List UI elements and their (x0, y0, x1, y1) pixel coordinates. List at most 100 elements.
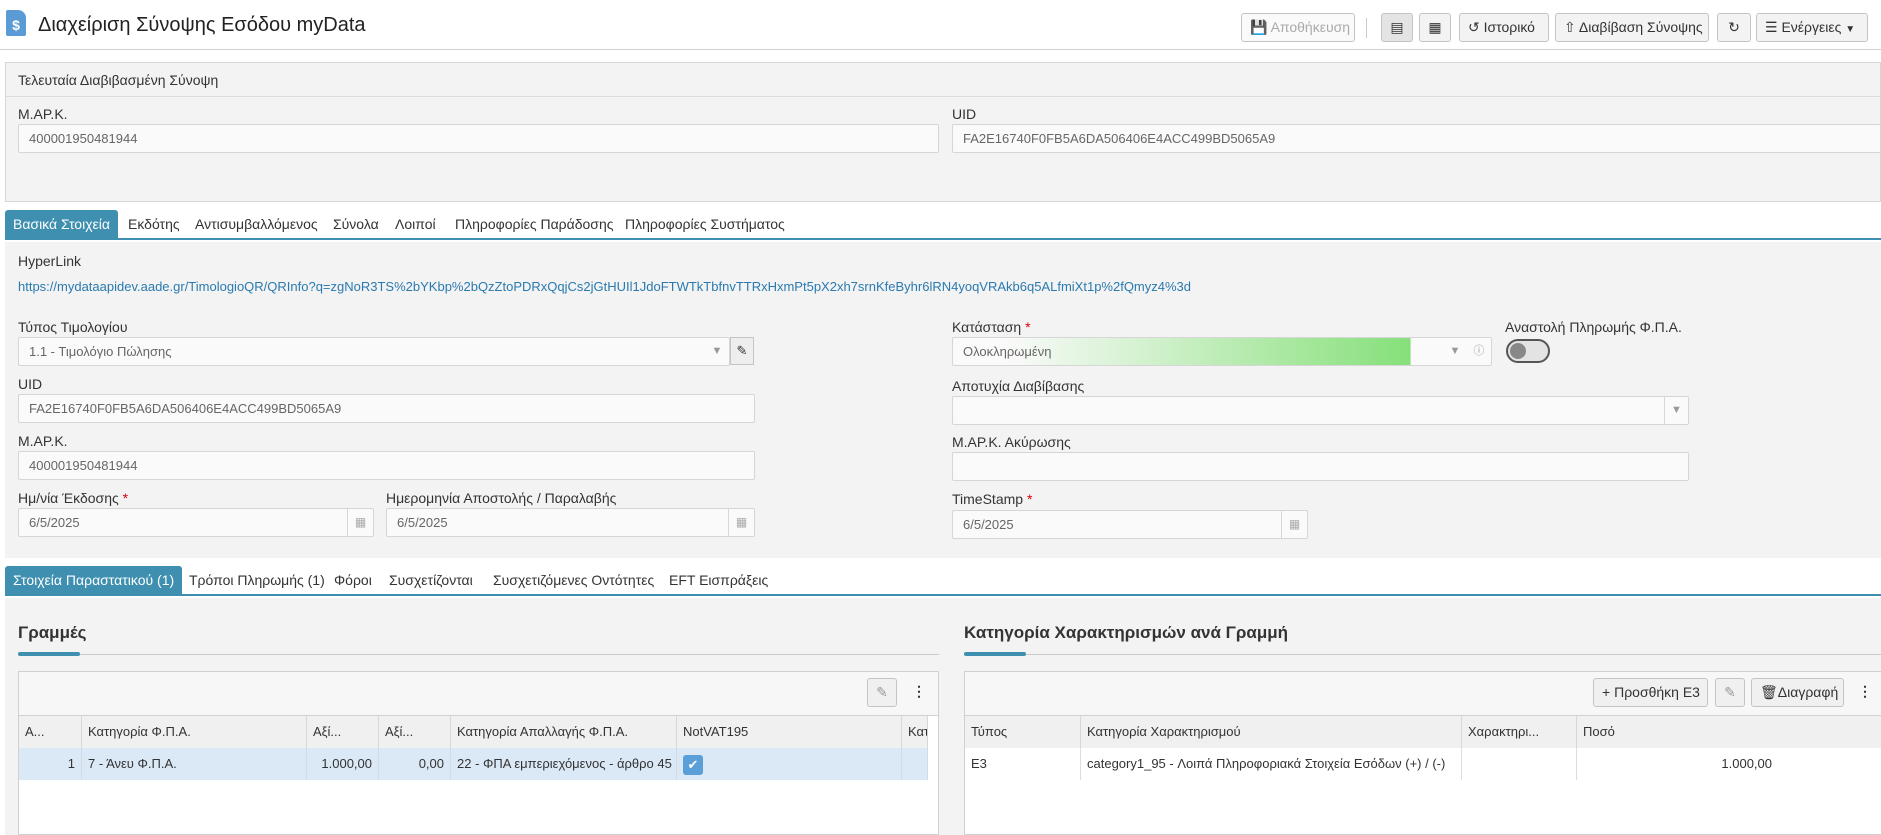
form-view-button[interactable]: ▤ (1381, 13, 1413, 42)
chevron-down-icon: ▼ (1449, 345, 1461, 357)
page-title: Διαχείριση Σύνοψης Εσόδου myData (38, 14, 366, 36)
cancel-mark-field[interactable] (952, 452, 1689, 481)
cell-aa[interactable]: 1 (19, 748, 82, 780)
tab-issuer[interactable]: Εκδότης (120, 210, 188, 238)
history-icon: ↺ (1468, 19, 1484, 35)
required-mark: * (1025, 319, 1031, 335)
uid-field[interactable]: FA2E16740F0FB5A6DA506406E4ACC499BD5065A9 (18, 394, 755, 423)
add-e3-button[interactable]: + Προσθήκη Ε3 (1593, 678, 1708, 707)
lines-underline (18, 652, 939, 656)
edit-line-button[interactable]: ✎ (867, 678, 897, 707)
col-header-char[interactable]: Χαρακτηρι... (1462, 716, 1577, 748)
cell-class-category[interactable]: category1_95 - Λοιπά Πληροφοριακά Στοιχε… (1081, 748, 1462, 780)
edit-invoice-type-button[interactable]: ✎ (730, 337, 754, 365)
transmit-failure-select[interactable]: ▼ (952, 396, 1689, 425)
last-uid-field[interactable]: FA2E16740F0FB5A6DA506406E4ACC499BD5065A9 (952, 124, 1881, 153)
tab-other[interactable]: Λοιποί (387, 210, 444, 238)
mark-field[interactable]: 400001950481944 (18, 451, 755, 480)
cell-notvat195[interactable]: ✔ (677, 748, 902, 780)
document-tabs: Στοιχεία Παραστατικού (1) Τρόποι Πληρωμή… (5, 566, 1881, 596)
last-mark-field[interactable]: 400001950481944 (18, 124, 939, 153)
calendar-icon[interactable]: ▦ (1281, 511, 1307, 538)
tab-payment-methods[interactable]: Τρόποι Πληρωμής (1) (181, 566, 333, 594)
grid-view-button[interactable]: ▦ (1419, 13, 1451, 42)
status-value: Ολοκληρωμένη (963, 344, 1052, 359)
delete-button[interactable]: 🗑Διαγραφή (1751, 678, 1844, 707)
more-options-button[interactable]: ⋮ (1853, 678, 1877, 707)
hyperlink-value[interactable]: https://mydataapidev.aade.gr/TimologioQR… (18, 279, 1191, 294)
checkbox-checked-icon[interactable]: ✔ (683, 754, 703, 775)
tab-basic[interactable]: Βασικά Στοιχεία (5, 210, 119, 238)
tab-correlated[interactable]: Συσχετίζονται (381, 566, 481, 594)
lines-title: Γραμμές (18, 623, 87, 642)
status-select[interactable]: Ολοκληρωμένη ▼ ⓘ (952, 337, 1492, 366)
caret-down-icon: ▼ (1845, 24, 1856, 35)
cell-amount[interactable]: 1.000,00 (1577, 748, 1881, 780)
col-header-class-category[interactable]: Κατηγορία Χαρακτηρισμού (1081, 716, 1462, 748)
calendar-icon[interactable]: ▦ (728, 509, 754, 536)
toggle-knob (1510, 343, 1526, 359)
delete-label: Διαγραφή (1777, 684, 1839, 700)
required-mark: * (1026, 491, 1033, 507)
save-button[interactable]: 💾 Αποθήκευση (1241, 13, 1355, 42)
cell-char[interactable] (1462, 748, 1577, 780)
transmit-label: Διαβίβαση Σύνοψης (1578, 19, 1703, 35)
last-uid-label: UID (952, 106, 977, 122)
floppy-icon: 💾 (1250, 19, 1271, 35)
hyperlink-label: HyperLink (18, 253, 82, 269)
col-header-notvat195[interactable]: NotVAT195 (677, 716, 902, 748)
tab-taxes[interactable]: Φόροι (326, 566, 380, 594)
cell-value2[interactable]: 0,00 (379, 748, 451, 780)
vat-suspension-label: Αναστολή Πληρωμής Φ.Π.Α. (1505, 319, 1682, 335)
cell-vat-category[interactable]: 7 - Άνευ Φ.Π.Α. (82, 748, 307, 780)
document-dollar-icon: $ (6, 10, 26, 36)
col-header-vat-category[interactable]: Κατηγορία Φ.Π.Α. (82, 716, 307, 748)
tab-totals[interactable]: Σύνολα (325, 210, 387, 238)
tab-delivery[interactable]: Πληροφορίες Παράδοσης (447, 210, 621, 238)
invoice-type-select[interactable]: 1.1 - Τιμολόγιο Πώλησης ▼ (18, 337, 730, 366)
status-label: Κατάσταση * (952, 319, 1031, 335)
tab-counterpart[interactable]: Αντισυμβαλλόμενος (187, 210, 326, 238)
timestamp-label-text: TimeStamp (952, 491, 1024, 507)
history-button[interactable]: ↺ Ιστορικό (1459, 13, 1549, 42)
col-header-value1[interactable]: Αξί... (307, 716, 379, 748)
tab-system[interactable]: Πληροφορίες Συστήματος (617, 210, 793, 238)
cell-type[interactable]: E3 (965, 748, 1081, 780)
col-header-amount[interactable]: Ποσό (1577, 716, 1881, 748)
more-options-button[interactable]: ⋮ (907, 678, 931, 707)
refresh-icon: ↻ (1728, 19, 1740, 35)
chevron-down-icon: ▼ (711, 345, 723, 357)
last-mark-label: Μ.ΑΡ.Κ. (18, 106, 68, 122)
info-icon: ⓘ (1473, 345, 1485, 357)
refresh-button[interactable]: ↻ (1717, 13, 1751, 42)
classifications-grid: + Προσθήκη Ε3 ✎ 🗑Διαγραφή ⋮ Τύπος Κατηγο… (964, 671, 1881, 835)
col-header-aa[interactable]: Α... (19, 716, 82, 748)
cell-category[interactable] (902, 748, 928, 780)
col-header-type[interactable]: Τύπος (965, 716, 1081, 748)
vat-suspension-toggle[interactable] (1506, 339, 1550, 363)
add-e3-label: Προσθήκη Ε3 (1614, 684, 1700, 700)
transmit-failure-label: Αποτυχία Διαβίβασης (952, 378, 1085, 394)
col-header-exemption[interactable]: Κατηγορία Απαλλαγής Φ.Π.Α. (451, 716, 677, 748)
toolbar-divider (1366, 18, 1367, 38)
dispatch-date-field[interactable]: 6/5/2025 ▦ (386, 508, 755, 537)
menu-icon: ☰ (1765, 19, 1782, 35)
actions-menu-button[interactable]: ☰ Ενέργειες ▼ (1756, 13, 1868, 42)
timestamp-field[interactable]: 6/5/2025 ▦ (952, 510, 1308, 539)
tab-correlated-entities[interactable]: Συσχετιζόμενες Οντότητες (485, 566, 662, 594)
tab-eft-receipts[interactable]: EFT Εισπράξεις (661, 566, 776, 594)
tab-document-items[interactable]: Στοιχεία Παραστατικού (1) (5, 566, 183, 594)
cell-exemption[interactable]: 22 - ΦΠΑ εμπεριεχόμενος - άρθρο 45 (451, 748, 677, 780)
col-header-value2[interactable]: Αξί... (379, 716, 451, 748)
kebab-menu-icon: ⋮ (1858, 683, 1872, 699)
invoice-type-label: Τύπος Τιμολογίου (18, 319, 128, 335)
issue-date-label: Ημ/νία Έκδοσης * (18, 490, 128, 506)
issue-date-field[interactable]: 6/5/2025 ▦ (18, 508, 374, 537)
calendar-icon[interactable]: ▦ (347, 509, 373, 536)
edit-classification-button[interactable]: ✎ (1715, 678, 1745, 707)
chevron-down-icon: ▼ (1664, 397, 1688, 424)
transmit-summary-button[interactable]: ⇧ Διαβίβαση Σύνοψης (1555, 13, 1709, 42)
trash-icon: 🗑 (1760, 684, 1778, 700)
cell-value1[interactable]: 1.000,00 (307, 748, 379, 780)
col-header-category[interactable]: Κατ (902, 716, 928, 748)
